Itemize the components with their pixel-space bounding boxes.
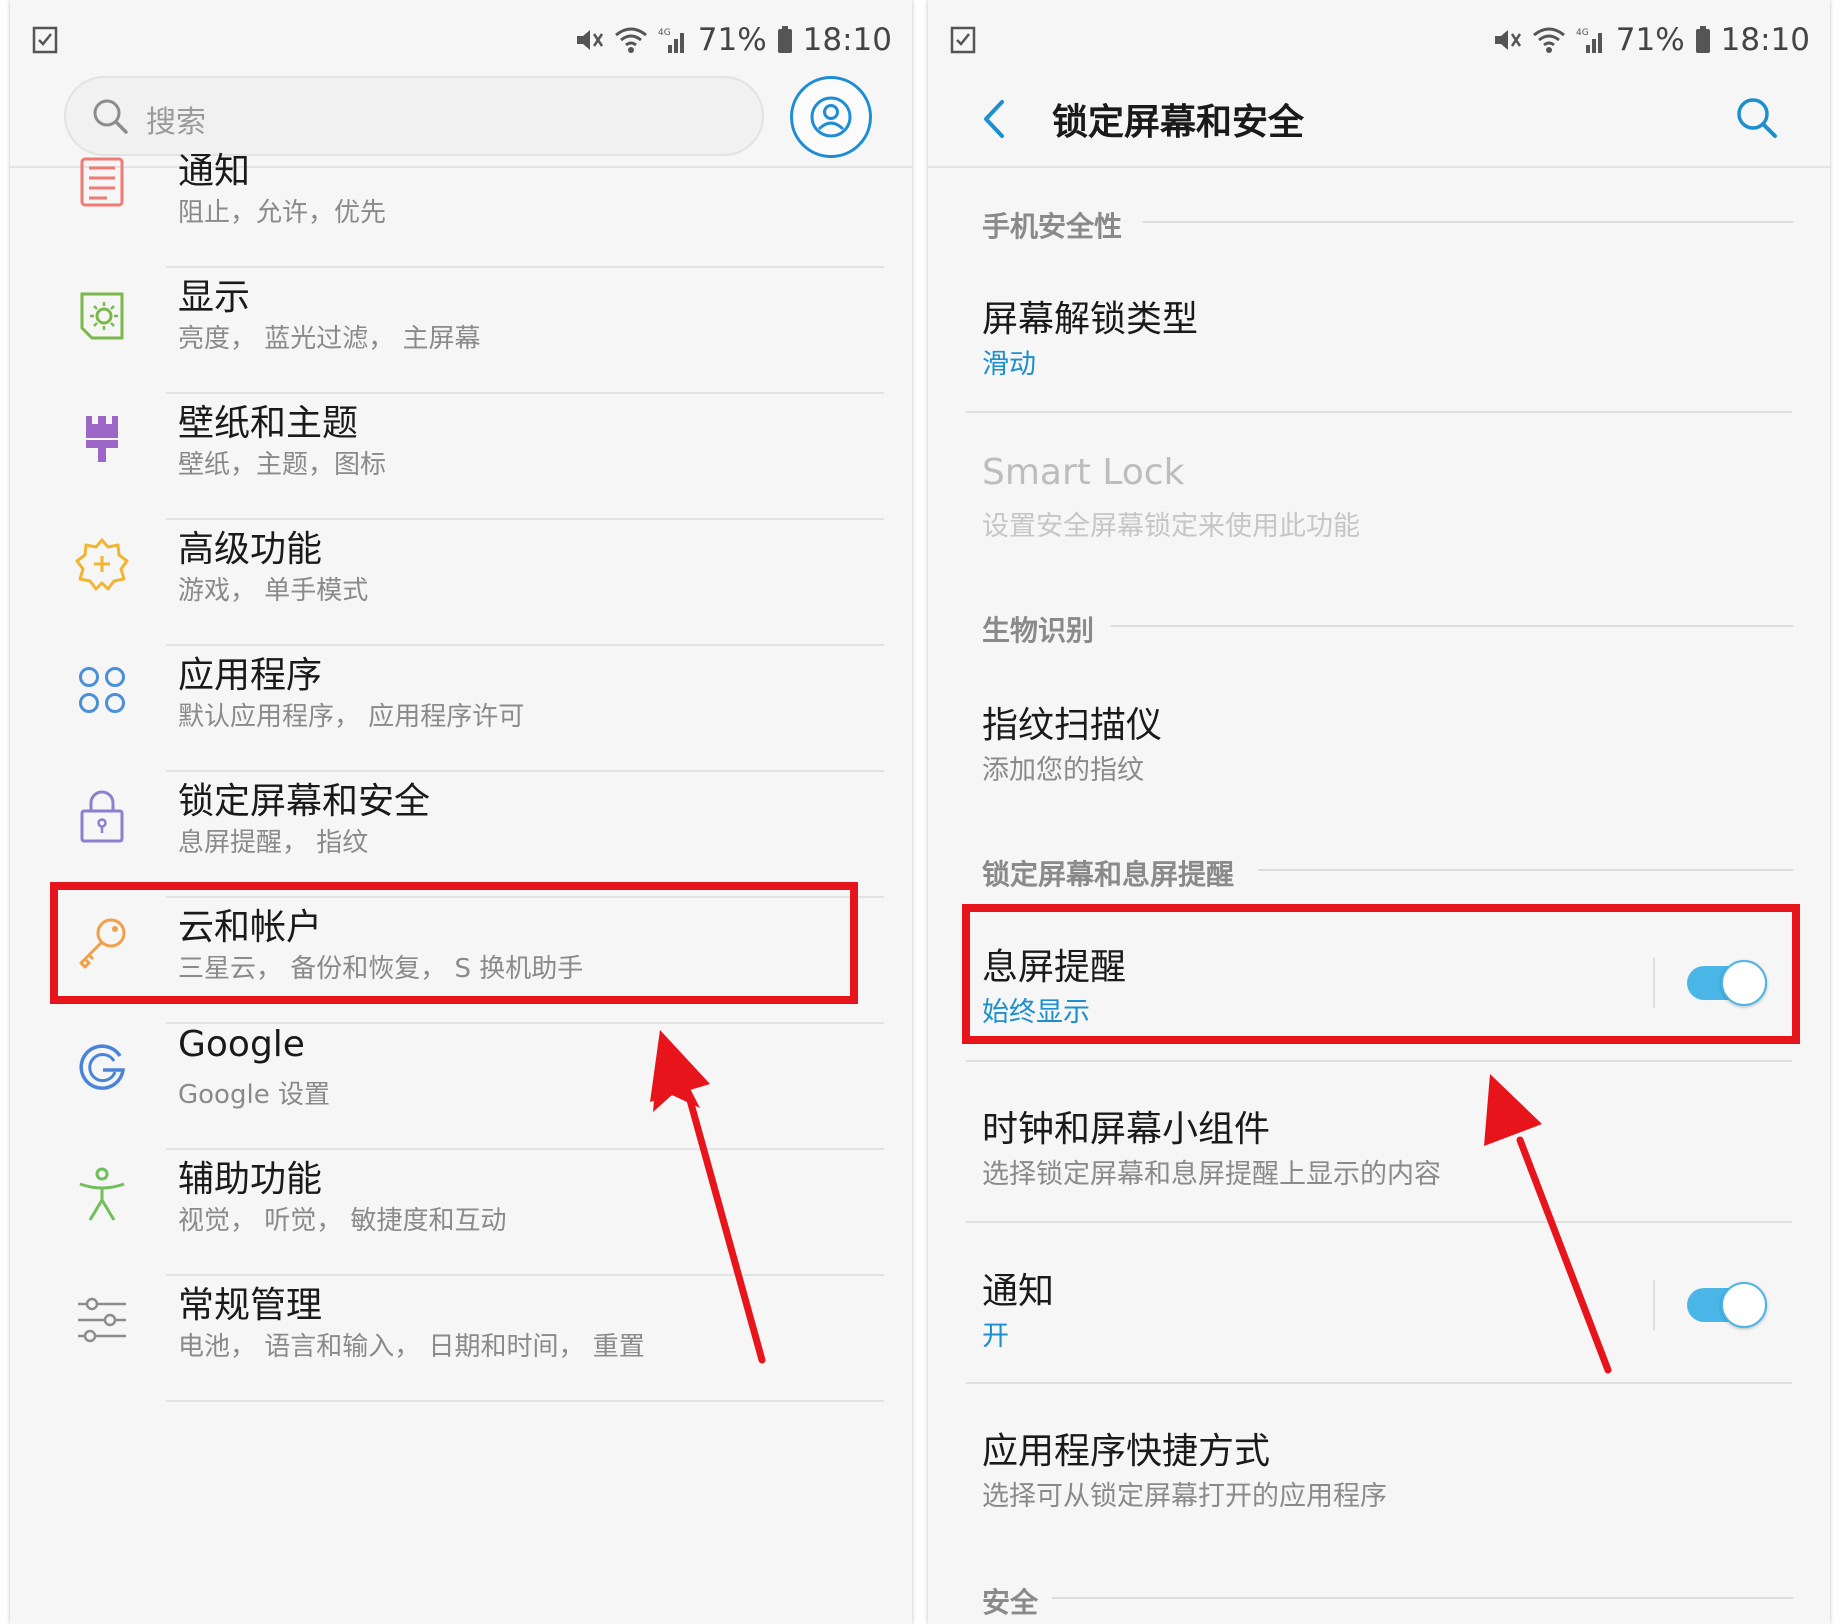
settings-item-title: 常规管理 xyxy=(178,1285,323,1326)
pref-subtitle: 添加您的指纹 xyxy=(982,755,1144,786)
settings-item-subtitle: 游戏， 单手模式 xyxy=(178,576,369,606)
pref-subtitle: 选择锁定屏幕和息屏提醒上显示的内容 xyxy=(982,1159,1441,1190)
always-on-display-toggle[interactable] xyxy=(1687,960,1767,1006)
account-icon xyxy=(810,96,852,138)
settings-item-subtitle: 亮度， 蓝光过滤， 主屏幕 xyxy=(178,324,481,354)
pref-title: 息屏提醒 xyxy=(982,947,1127,988)
clock-widgets-item[interactable]: 时钟和屏幕小组件 选择锁定屏幕和息屏提醒上显示的内容 xyxy=(928,1100,1830,1210)
section-divider xyxy=(1143,221,1793,223)
pref-title: 屏幕解锁类型 xyxy=(982,299,1199,340)
notifications-item[interactable]: 通知 开 xyxy=(928,1262,1830,1372)
battery-percent: 71% xyxy=(1615,22,1685,58)
app-shortcuts-item[interactable]: 应用程序快捷方式 选择可从锁定屏幕打开的应用程序 xyxy=(928,1422,1830,1532)
toggle-thumb xyxy=(1721,1282,1767,1328)
always-on-display-item[interactable]: 息屏提醒 始终显示 xyxy=(928,938,1830,1048)
header-divider xyxy=(928,166,1830,168)
mute-vibrate-icon xyxy=(576,30,603,50)
search-placeholder: 搜索 xyxy=(146,105,206,140)
key-icon xyxy=(66,906,138,978)
google-icon xyxy=(66,1032,138,1104)
pref-title: Smart Lock xyxy=(982,452,1185,493)
settings-item-title: 壁纸和主题 xyxy=(178,403,359,444)
notifications-icon xyxy=(66,146,138,218)
battery-icon xyxy=(777,26,792,53)
battery-icon xyxy=(1695,26,1710,53)
lock-screen-security-screen: 4G 71% 18:10 锁定屏幕和安全 手机安全性 屏幕解锁类型 滑动 Sma… xyxy=(928,0,1830,1624)
settings-item-subtitle: 三星云， 备份和恢复， S 换机助手 xyxy=(178,954,584,984)
toggle-thumb xyxy=(1721,960,1767,1006)
item-divider xyxy=(966,1382,1792,1384)
notifications-toggle[interactable] xyxy=(1687,1282,1767,1328)
pref-subtitle: 设置安全屏幕锁定来使用此功能 xyxy=(982,511,1360,542)
pref-subtitle: 始终显示 xyxy=(982,997,1090,1028)
settings-item-subtitle: 壁纸，主题，图标 xyxy=(178,450,387,480)
pref-subtitle: 滑动 xyxy=(982,349,1036,380)
wallpaper-brush-icon xyxy=(66,402,138,474)
settings-item-title: 锁定屏幕和安全 xyxy=(178,781,431,822)
settings-item-general-management[interactable]: 常规管理 电池， 语言和输入， 日期和时间， 重置 xyxy=(10,1276,912,1424)
wifi-icon xyxy=(1532,27,1565,53)
section-header-phone-security: 手机安全性 xyxy=(982,210,1123,243)
wifi-icon xyxy=(614,27,647,53)
back-arrow-icon[interactable] xyxy=(978,98,1008,140)
signal-icon: 4G xyxy=(658,28,684,53)
pref-title: 应用程序快捷方式 xyxy=(982,1431,1271,1472)
item-divider xyxy=(966,1221,1792,1223)
svg-text:4G: 4G xyxy=(658,28,671,38)
toggle-separator xyxy=(1653,958,1655,1008)
svg-text:4G: 4G xyxy=(1576,28,1589,38)
section-header-biometrics: 生物识别 xyxy=(982,614,1095,647)
display-icon xyxy=(66,280,138,352)
general-management-sliders-icon xyxy=(66,1284,138,1356)
section-divider xyxy=(1052,1597,1793,1599)
settings-item-subtitle: Google 设置 xyxy=(178,1080,330,1110)
page-title: 锁定屏幕和安全 xyxy=(1052,102,1305,143)
battery-percent: 71% xyxy=(697,22,767,58)
notification-check-icon xyxy=(32,26,58,54)
smart-lock-item: Smart Lock 设置安全屏幕锁定来使用此功能 xyxy=(928,452,1830,552)
mute-vibrate-icon xyxy=(1494,30,1521,50)
accessibility-icon xyxy=(66,1158,138,1230)
pref-title: 指纹扫描仪 xyxy=(982,705,1163,746)
item-divider xyxy=(966,1060,1792,1062)
settings-item-title: 辅助功能 xyxy=(178,1159,323,1200)
lock-icon xyxy=(66,780,138,852)
notification-check-icon xyxy=(950,26,976,54)
status-time: 18:10 xyxy=(802,22,892,58)
status-time: 18:10 xyxy=(1720,22,1810,58)
pref-subtitle: 选择可从锁定屏幕打开的应用程序 xyxy=(982,1481,1387,1512)
settings-item-title: 通知 xyxy=(178,151,251,192)
item-divider xyxy=(166,1400,884,1402)
section-divider xyxy=(1258,869,1793,871)
settings-item-title: 高级功能 xyxy=(178,529,323,570)
settings-item-subtitle: 阻止，允许，优先 xyxy=(178,198,387,228)
advanced-features-gear-icon xyxy=(66,528,138,600)
section-header-security: 安全 xyxy=(982,1586,1039,1619)
status-bar: 4G 71% 18:10 xyxy=(928,0,1830,78)
pref-title: 时钟和屏幕小组件 xyxy=(982,1109,1271,1150)
search-icon[interactable] xyxy=(1735,96,1779,140)
apps-icon xyxy=(66,654,138,726)
pref-title: 通知 xyxy=(982,1271,1055,1312)
toggle-separator xyxy=(1653,1280,1655,1330)
screen-unlock-type-item[interactable]: 屏幕解锁类型 滑动 xyxy=(928,290,1830,410)
settings-screen: 4G 71% 18:10 搜索 通知 阻止，允许，优先 显示 亮度， 蓝光过滤，… xyxy=(10,0,912,1624)
section-header-lock-screen-aod: 锁定屏幕和息屏提醒 xyxy=(982,858,1235,891)
settings-item-title: 应用程序 xyxy=(178,655,323,696)
status-bar: 4G 71% 18:10 xyxy=(10,0,912,78)
item-divider xyxy=(966,411,1792,413)
settings-item-title: 显示 xyxy=(178,277,251,318)
settings-item-subtitle: 视觉， 听觉， 敏捷度和互动 xyxy=(178,1206,507,1236)
search-icon xyxy=(93,99,128,134)
fingerprint-scanner-item[interactable]: 指纹扫描仪 添加您的指纹 xyxy=(928,696,1830,796)
section-divider xyxy=(1111,625,1793,627)
settings-item-subtitle: 息屏提醒， 指纹 xyxy=(178,828,369,858)
settings-item-title: 云和帐户 xyxy=(178,907,323,948)
settings-item-subtitle: 默认应用程序， 应用程序许可 xyxy=(178,702,525,732)
pref-subtitle: 开 xyxy=(982,1321,1009,1352)
settings-item-title: Google xyxy=(178,1024,305,1065)
signal-icon: 4G xyxy=(1576,28,1602,53)
settings-item-subtitle: 电池， 语言和输入， 日期和时间， 重置 xyxy=(178,1332,645,1362)
